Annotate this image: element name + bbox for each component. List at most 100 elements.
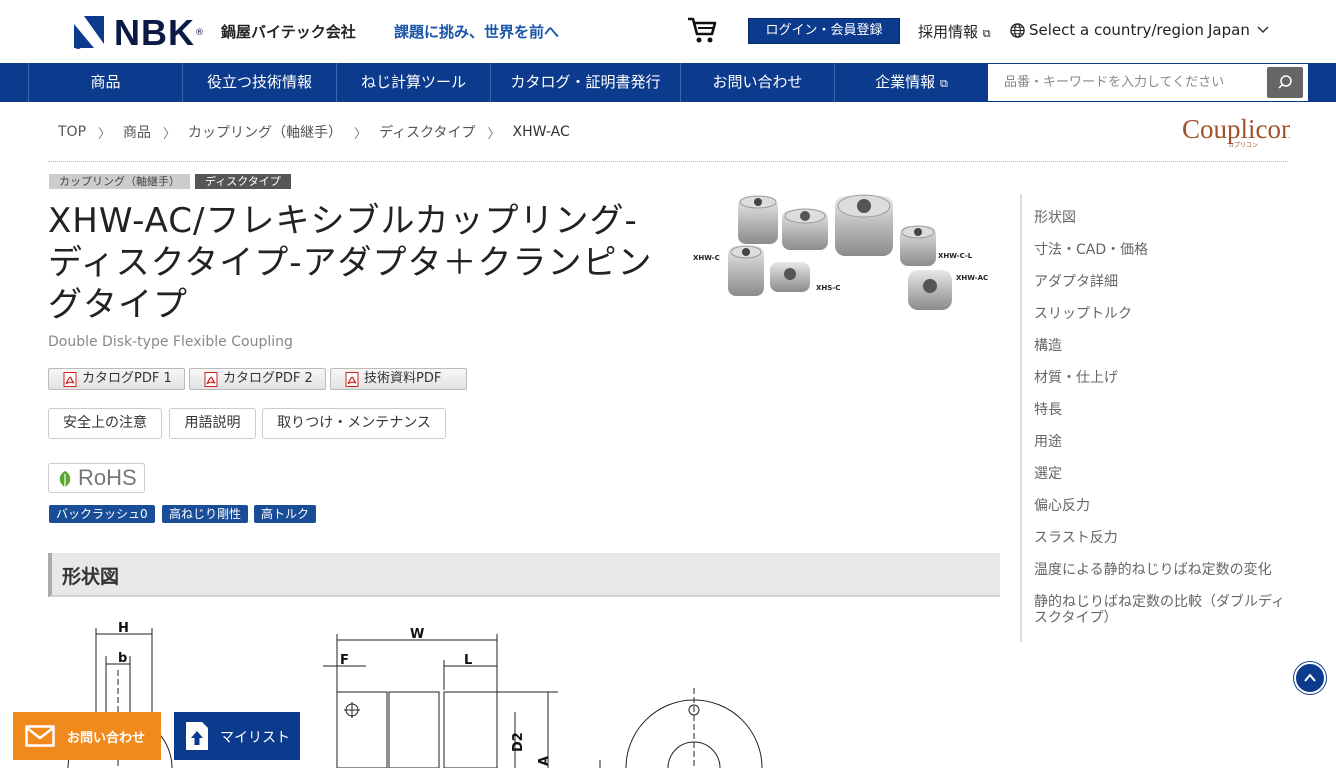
couplicon-logo: Couplicon カプリコン: [1182, 114, 1290, 149]
installation-maintenance-button[interactable]: 取りつけ・メンテナンス: [262, 408, 446, 439]
breadcrumb: TOP 〉 商品 〉 カップリング（軸継手） 〉 ディスクタイプ 〉 XHW-A…: [58, 122, 570, 142]
catalog-pdf-1-button[interactable]: カタログPDF 1: [48, 368, 185, 390]
toc-item[interactable]: 材質・仕上げ: [1034, 370, 1118, 386]
pdf-icon: [345, 372, 359, 387]
brand-sub: カプリコン: [1228, 142, 1258, 149]
toc-item[interactable]: 構造: [1034, 338, 1062, 354]
breadcrumb-disk-type[interactable]: ディスクタイプ: [379, 122, 475, 142]
section-title: 形状図: [62, 566, 120, 588]
tech-pdf-button[interactable]: 技術資料PDF: [330, 368, 467, 390]
brand-name: Couplicon: [1182, 114, 1290, 144]
search-button[interactable]: [1267, 67, 1303, 98]
image-label-xhs-c: XHS-C: [816, 284, 840, 292]
search-box: [988, 64, 1308, 101]
breadcrumb-top[interactable]: TOP: [58, 124, 86, 140]
dim-label-h: H: [118, 621, 129, 636]
toc-item[interactable]: スラスト反力: [1034, 530, 1118, 546]
chevron-right-icon: 〉: [354, 126, 368, 142]
pdf-button-label: 技術資料PDF: [364, 371, 442, 386]
page-toc: 形状図 寸法・CAD・価格 アダプタ詳細 スリップトルク 構造 材質・仕上げ 特…: [1020, 194, 1290, 642]
dimension-drawing: H b W F L D2 A: [67, 621, 763, 768]
catalog-pdf-2-button[interactable]: カタログPDF 2: [189, 368, 326, 390]
product-image[interactable]: XHW-C XHS-C XHW-C-L XHW-AC: [690, 188, 995, 318]
external-link-icon: ⧉: [939, 77, 948, 90]
company-name: 鍋屋バイテック会社: [221, 23, 356, 41]
pdf-button-label: カタログPDF 2: [223, 371, 313, 386]
feature-badge-torsional-rigidity: 高ねじり剛性: [162, 505, 249, 523]
nav-item-tech-info[interactable]: 役立つ技術情報: [182, 63, 336, 102]
toc-item[interactable]: 特長: [1034, 402, 1062, 418]
recruit-label: 採用情報: [918, 23, 979, 41]
section-header: 形状図: [48, 553, 1000, 597]
nav-item-catalog[interactable]: カタログ・証明書発行: [490, 63, 680, 102]
image-label-xhw-ac: XHW-AC: [956, 274, 988, 282]
chevron-right-icon: 〉: [163, 126, 177, 142]
scroll-to-top-button[interactable]: [1294, 662, 1326, 694]
subcategory-tag[interactable]: ディスクタイプ: [195, 174, 291, 189]
toc-item[interactable]: 温度による静的ねじりばね定数の変化: [1034, 562, 1272, 578]
login-button[interactable]: ログイン・会員登録: [748, 18, 900, 44]
nbk-logo[interactable]: NBK ®: [70, 12, 204, 54]
dim-label-l: L: [464, 653, 472, 668]
breadcrumb-products[interactable]: 商品: [123, 122, 151, 142]
toc-item[interactable]: スリップトルク: [1034, 306, 1132, 322]
feature-badge-backlash: バックラッシュ0: [49, 505, 155, 523]
category-tag[interactable]: カップリング（軸継手）: [49, 174, 190, 189]
nav-item-products[interactable]: 商品: [28, 63, 182, 102]
logo-text: NBK: [114, 12, 195, 53]
nav-item-company-label: 企業情報: [875, 73, 936, 91]
pdf-button-label: カタログPDF 1: [82, 371, 172, 386]
chevron-right-icon: 〉: [98, 126, 112, 142]
glossary-button[interactable]: 用語説明: [169, 408, 256, 439]
page-subtitle: Double Disk-type Flexible Coupling: [48, 334, 293, 350]
external-link-icon: ⧉: [982, 27, 991, 40]
nav-item-company[interactable]: 企業情報 ⧉: [834, 63, 988, 102]
toc-item[interactable]: 偏心反力: [1034, 498, 1090, 514]
breadcrumb-couplings[interactable]: カップリング（軸継手）: [188, 122, 342, 142]
region-select[interactable]: Japan: [1208, 21, 1250, 39]
cart-icon[interactable]: [686, 14, 718, 46]
country-selector-label[interactable]: Select a country/region: [1029, 21, 1204, 39]
dim-label-w: W: [410, 627, 424, 642]
mylist-icon: [186, 722, 208, 750]
toc-item[interactable]: 寸法・CAD・価格: [1034, 242, 1148, 258]
toc-item[interactable]: 選定: [1034, 466, 1062, 482]
nbk-logo-icon: [74, 16, 104, 49]
pdf-icon: [63, 372, 77, 387]
toc-item[interactable]: 静的ねじりばね定数の比較（ダブルディスクタイプ）: [1034, 594, 1289, 626]
rohs-text: RoHS: [78, 465, 137, 490]
rohs-badge: RoHS: [48, 463, 145, 493]
globe-icon: [1010, 23, 1025, 38]
mail-icon: [25, 725, 55, 747]
mylist-label: マイリスト: [220, 730, 290, 746]
registered-mark: ®: [195, 28, 204, 38]
image-label-xhw-c-l: XHW-C-L: [938, 252, 973, 260]
nav-item-screw-tool[interactable]: ねじ計算ツール: [336, 63, 490, 102]
divider: [48, 161, 1288, 162]
dim-label-b: b: [118, 651, 127, 666]
floating-mylist-button[interactable]: マイリスト: [174, 712, 300, 760]
image-label-xhw-c: XHW-C: [693, 254, 720, 262]
toc-item[interactable]: 形状図: [1034, 210, 1076, 226]
breadcrumb-current: XHW-AC: [512, 124, 570, 140]
toc-item[interactable]: 用途: [1034, 434, 1062, 450]
dim-label-f: F: [340, 653, 349, 668]
floating-contact-button[interactable]: お問い合わせ: [13, 712, 161, 760]
page-title: XHW-AC/フレキシブルカップリング-ディスクタイプ-アダプタ＋クランピングタ…: [48, 201, 653, 325]
leaf-icon: [59, 471, 71, 487]
contact-label: お問い合わせ: [67, 731, 146, 746]
chevron-right-icon: 〉: [487, 126, 501, 142]
nav-item-contact[interactable]: お問い合わせ: [680, 63, 834, 102]
pdf-icon: [204, 372, 218, 387]
search-input[interactable]: [988, 64, 1264, 101]
slogan: 課題に挑み、世界を前へ: [394, 23, 560, 41]
safety-notes-button[interactable]: 安全上の注意: [48, 408, 162, 439]
search-icon: [1278, 75, 1292, 89]
recruit-link[interactable]: 採用情報 ⧉: [918, 21, 991, 42]
dim-label-d2: D2: [511, 732, 526, 752]
chevron-down-icon[interactable]: [1257, 25, 1269, 35]
chevron-up-icon: [1304, 673, 1316, 682]
toc-item[interactable]: アダプタ詳細: [1034, 274, 1118, 290]
dim-label-a: A: [537, 756, 552, 766]
feature-badge-high-torque: 高トルク: [254, 505, 317, 523]
